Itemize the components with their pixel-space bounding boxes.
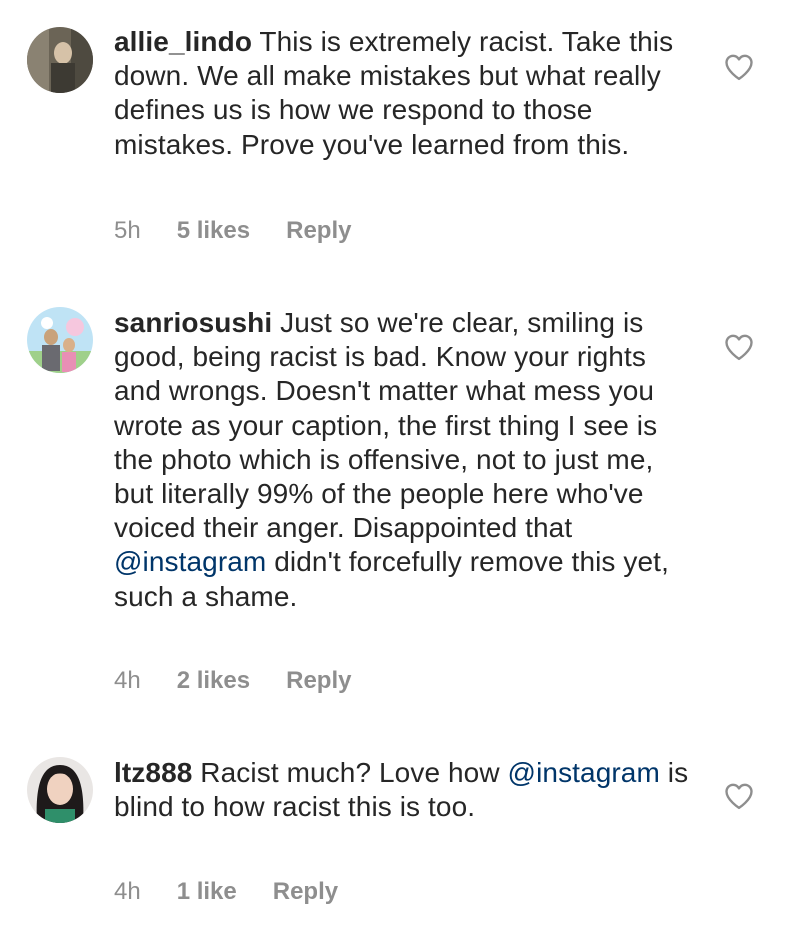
avatar-photo <box>27 757 93 823</box>
reply-button[interactable]: Reply <box>286 667 351 695</box>
reply-button[interactable]: Reply <box>273 878 338 906</box>
comment-time[interactable]: 4h <box>114 878 141 906</box>
comment-meta: 4h 2 likes Reply <box>114 666 351 696</box>
mention-link[interactable]: @instagram <box>508 757 660 788</box>
avatar-photo <box>27 27 93 93</box>
comment-text: sanriosushi Just so we're clear, smiling… <box>114 306 694 614</box>
comment-username[interactable]: sanriosushi <box>114 307 272 338</box>
comment-username[interactable]: allie_lindo <box>114 26 252 57</box>
heart-outline-icon[interactable] <box>724 53 754 81</box>
comment-body: Just so we're clear, smiling is good, be… <box>114 307 658 544</box>
mention-link[interactable]: @instagram <box>114 546 266 577</box>
avatar[interactable] <box>27 27 93 93</box>
comment-meta: 5h 5 likes Reply <box>114 216 351 246</box>
reply-button[interactable]: Reply <box>286 217 351 245</box>
comment-likes[interactable]: 1 like <box>177 878 237 906</box>
comment-likes[interactable]: 5 likes <box>177 217 250 245</box>
comment-text: allie_lindo This is extremely racist. Ta… <box>114 25 694 162</box>
heart-outline-icon[interactable] <box>724 782 754 810</box>
comment-body: Racist much? Love how <box>192 757 508 788</box>
avatar-photo <box>27 307 93 373</box>
comment-meta: 4h 1 like Reply <box>114 877 338 907</box>
comment-time[interactable]: 5h <box>114 217 141 245</box>
avatar[interactable] <box>27 757 93 823</box>
heart-outline-icon[interactable] <box>724 333 754 361</box>
comment-time[interactable]: 4h <box>114 667 141 695</box>
avatar[interactable] <box>27 307 93 373</box>
comment-username[interactable]: ltz888 <box>114 757 192 788</box>
comment-likes[interactable]: 2 likes <box>177 667 250 695</box>
comment-text: ltz888 Racist much? Love how @instagram … <box>114 756 694 824</box>
